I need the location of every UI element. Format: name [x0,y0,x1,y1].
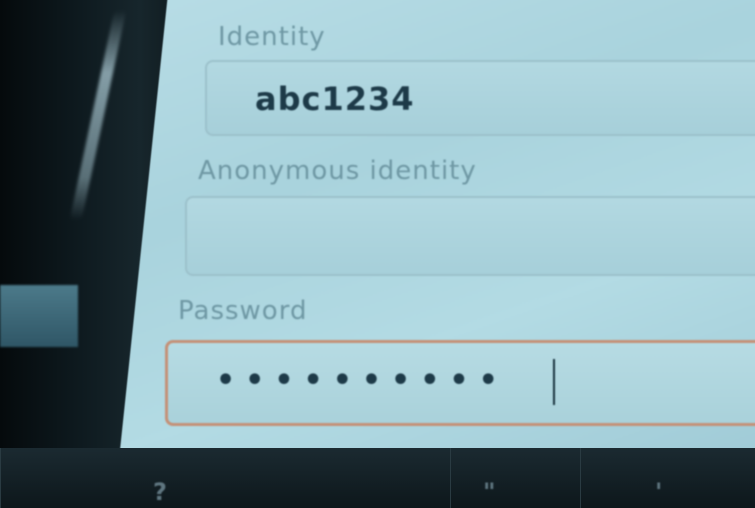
eap-credentials-form: Identity abc1234 Anonymous identity Pass… [150,0,755,445]
password-masked-value: •••••••••• [216,363,508,398]
hardware-button[interactable] [0,285,78,347]
key-apostrophe[interactable]: ' [580,448,755,508]
identity-value: abc1234 [255,80,415,118]
anonymous-identity-label: Anonymous identity [198,156,477,186]
keyboard-strip: ? " ' [0,448,755,508]
key-label: ? [153,478,167,506]
password-input[interactable]: •••••••••• [165,340,755,426]
anonymous-identity-input[interactable] [185,196,755,276]
key-blank[interactable] [250,448,450,508]
bezel-reflection [69,10,127,220]
key-label: " [483,478,496,506]
key-label: ' [655,478,663,506]
identity-input[interactable]: abc1234 [205,60,755,136]
identity-label: Identity [218,22,326,52]
photo-of-device-screen: Identity abc1234 Anonymous identity Pass… [0,0,755,508]
password-label: Password [178,296,308,326]
text-cursor-icon [553,359,555,405]
key-question-mark[interactable]: ? [0,448,250,508]
key-double-quote[interactable]: " [450,448,580,508]
